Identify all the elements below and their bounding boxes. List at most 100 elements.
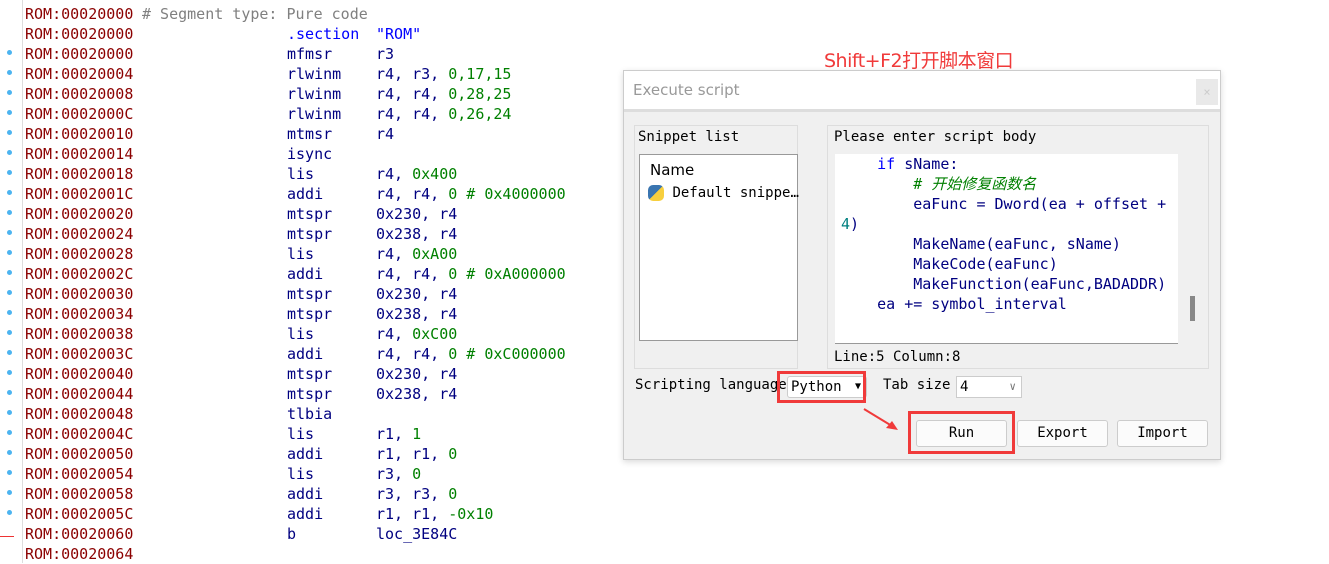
breakpoint-dot-icon[interactable] xyxy=(7,90,12,95)
operands: r4, 0xA00 xyxy=(376,244,457,264)
breakpoint-dot-icon[interactable] xyxy=(7,210,12,215)
address: ROM:0002004C xyxy=(25,425,134,443)
breakpoint-dot-icon[interactable] xyxy=(7,490,12,495)
operands: r4 xyxy=(376,124,394,144)
snippet-list[interactable]: Name Default snippe… xyxy=(639,154,799,341)
address: ROM:00020038 xyxy=(25,325,134,343)
breakpoint-dot-icon[interactable] xyxy=(7,330,12,335)
mnemonic: mtmsr xyxy=(287,125,333,143)
tab-size-select[interactable]: 4 ∨ xyxy=(956,376,1022,398)
operand-token: 0x238, r4 xyxy=(376,225,458,243)
mnemonic: addi xyxy=(287,505,324,523)
mnemonic: .section xyxy=(287,25,360,43)
export-button[interactable]: Export xyxy=(1017,420,1108,447)
breakpoint-dot-icon[interactable] xyxy=(7,230,12,235)
breakpoint-dot-icon[interactable] xyxy=(7,310,12,315)
code-line: MakeCode(eaFunc) xyxy=(841,254,1058,274)
breakpoint-dot-icon[interactable] xyxy=(7,390,12,395)
operand-token: 0 xyxy=(412,465,422,483)
code-line: MakeFunction(eaFunc,BADADDR) xyxy=(841,274,1166,294)
code-token: eaFunc = Dword(ea + offset + xyxy=(913,195,1167,213)
mnemonic: mtspr xyxy=(287,305,333,323)
operands: r3, 0 xyxy=(376,464,421,484)
breakpoint-dot-icon[interactable] xyxy=(7,370,12,375)
operands: r4, r4, 0 # 0xC000000 xyxy=(376,344,566,364)
mnemonic: mtspr xyxy=(287,365,333,383)
breakpoint-dot-icon[interactable] xyxy=(7,350,12,355)
code-token: ea += symbol_interval xyxy=(877,295,1067,313)
breakpoint-dot-icon[interactable] xyxy=(7,510,12,515)
breakpoint-dot-icon[interactable] xyxy=(7,270,12,275)
address: ROM:00020020 xyxy=(25,205,134,223)
operand-token: r3, r3, xyxy=(376,485,449,503)
list-header-name[interactable]: Name xyxy=(650,161,694,179)
breakpoint-dot-icon[interactable] xyxy=(7,150,12,155)
address: ROM:00020050 xyxy=(25,445,134,463)
operands: r4, 0x400 xyxy=(376,164,457,184)
breakpoint-dot-icon[interactable] xyxy=(7,130,12,135)
breakpoint-dot-icon[interactable] xyxy=(7,50,12,55)
operand-token: 0x238, r4 xyxy=(376,385,458,403)
breakpoint-dot-icon[interactable] xyxy=(7,110,12,115)
breakpoint-dot-icon[interactable] xyxy=(7,290,12,295)
address: ROM:00020064 xyxy=(25,545,134,563)
address: ROM:00020010 xyxy=(25,125,134,143)
address: ROM:00020054 xyxy=(25,465,134,483)
dialog-titlebar[interactable]: Execute script × xyxy=(624,71,1220,112)
operand-token: r4, r4, xyxy=(376,105,449,123)
python-icon xyxy=(648,185,664,201)
address: ROM:0002001C xyxy=(25,185,134,203)
editor-scrollbar[interactable] xyxy=(1190,296,1195,321)
annotation-caption: Shift+F2打开脚本窗口 xyxy=(824,50,1014,72)
operand-token: loc_3E84C xyxy=(376,525,458,543)
mnemonic: rlwinm xyxy=(287,85,342,103)
breakpoint-dot-icon[interactable] xyxy=(7,470,12,475)
code-token: 4 xyxy=(841,215,851,233)
operands: r4, r4, 0 # 0x4000000 xyxy=(376,184,566,204)
address: ROM:00020044 xyxy=(25,385,134,403)
code-line: if sName: xyxy=(841,154,958,174)
breakpoint-dot-icon[interactable] xyxy=(7,410,12,415)
breakpoint-dot-icon[interactable] xyxy=(7,70,12,75)
code-token: MakeFunction(eaFunc,BADADDR) xyxy=(913,275,1167,293)
operand-token: 1 xyxy=(412,425,422,443)
snippet-list-label: Snippet list xyxy=(638,129,740,145)
breakpoint-dot-icon[interactable] xyxy=(7,190,12,195)
mnemonic: lis xyxy=(287,165,315,183)
breakpoint-dot-icon[interactable] xyxy=(7,170,12,175)
operand-token: r4, r4, xyxy=(376,265,449,283)
address: ROM:00020024 xyxy=(25,225,134,243)
mnemonic: addi xyxy=(287,345,324,363)
address: ROM:0002002C xyxy=(25,265,134,283)
mnemonic: lis xyxy=(287,325,315,343)
breakpoint-dot-icon[interactable] xyxy=(7,450,12,455)
code-line: MakeName(eaFunc, sName) xyxy=(841,234,1121,254)
address: ROM:00020014 xyxy=(25,145,134,163)
mnemonic: mtspr xyxy=(287,385,333,403)
operand-token: r4, xyxy=(376,245,413,263)
operands: r1, 1 xyxy=(376,424,421,444)
snippet-item[interactable]: Default snippe… xyxy=(648,183,799,203)
operands: 0x238, r4 xyxy=(376,224,457,244)
import-button[interactable]: Import xyxy=(1117,420,1208,447)
address: ROM:00020000 xyxy=(25,25,134,43)
breakpoint-dot-icon[interactable] xyxy=(7,430,12,435)
script-editor[interactable]: if sName: # 开始修复函数名 eaFunc = Dword(ea + … xyxy=(835,154,1178,344)
comment: # Segment type: Pure code xyxy=(142,5,368,23)
operands: 0x230, r4 xyxy=(376,204,457,224)
arrow-annotation-icon xyxy=(863,408,898,430)
operand-token: 0,17,15 xyxy=(448,65,512,83)
mnemonic: tlbia xyxy=(287,405,333,423)
breakpoint-dot-icon[interactable] xyxy=(7,250,12,255)
address: ROM:0002003C xyxy=(25,345,134,363)
mnemonic: mtspr xyxy=(287,225,333,243)
scripting-language-label: Scripting language xyxy=(635,377,787,393)
operand-token: 0x230, r4 xyxy=(376,285,458,303)
mnemonic: lis xyxy=(287,245,315,263)
operands: r3, r3, 0 xyxy=(376,484,457,504)
close-button[interactable]: × xyxy=(1196,79,1218,105)
cursor-status: Line:5 Column:8 xyxy=(834,349,961,365)
address: ROM:00020058 xyxy=(25,485,134,503)
operands: 0x238, r4 xyxy=(376,304,457,324)
code-line: ea += symbol_interval xyxy=(841,294,1067,314)
